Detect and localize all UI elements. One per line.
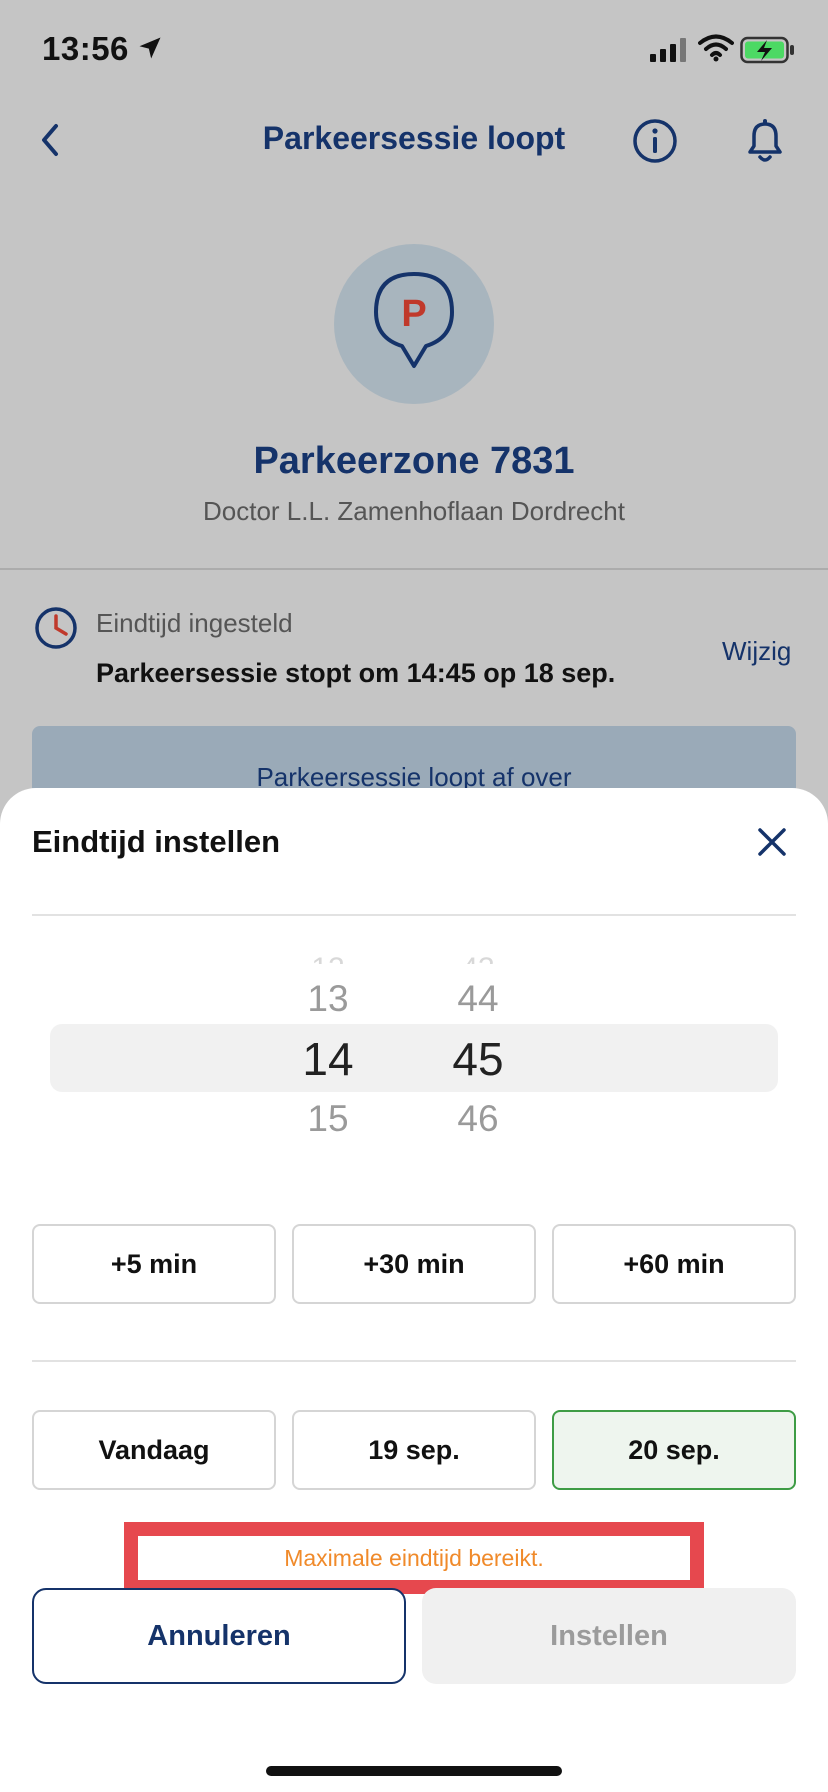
clock-icon bbox=[35, 607, 77, 649]
status-time: 13:56 bbox=[42, 30, 129, 67]
time-picker: 12 13 14 15 43 44 45 46 bbox=[0, 948, 828, 1168]
minute-option: 46 bbox=[457, 1098, 499, 1139]
sheet-title: Eindtijd instellen bbox=[32, 824, 281, 859]
end-time-sheet: Eindtijd instellen 12 13 14 15 43 44 45 … bbox=[0, 788, 828, 1792]
add-5-min-button[interactable]: +5 min bbox=[32, 1224, 276, 1304]
parking-pin-icon: P bbox=[374, 272, 454, 368]
end-time-label: Eindtijd ingesteld bbox=[96, 608, 293, 638]
warning-highlight: Maximale eindtijd bereikt. bbox=[124, 1522, 704, 1594]
page-title: Parkeersessie loopt bbox=[262, 120, 566, 156]
date-20-sep-button[interactable]: 20 sep. bbox=[552, 1410, 796, 1490]
zone-title: Parkeerzone 7831 bbox=[253, 440, 575, 482]
info-icon[interactable] bbox=[632, 118, 678, 164]
divider bbox=[32, 1360, 796, 1362]
status-bar: 13:56 bbox=[0, 0, 828, 100]
nav-bar: Parkeersessie loopt bbox=[0, 100, 828, 180]
minute-option: 43 bbox=[418, 952, 538, 964]
cellular-signal-icon bbox=[650, 38, 686, 62]
hour-wheel[interactable]: 12 13 14 15 bbox=[268, 948, 388, 1168]
hour-option: 13 bbox=[307, 978, 349, 1019]
bell-icon[interactable] bbox=[742, 116, 788, 166]
cancel-button[interactable]: Annuleren bbox=[32, 1588, 406, 1684]
set-button[interactable]: Instellen bbox=[422, 1588, 796, 1684]
date-selector-row: Vandaag 19 sep. 20 sep. bbox=[32, 1410, 796, 1490]
add-60-min-button[interactable]: +60 min bbox=[552, 1224, 796, 1304]
add-30-min-button[interactable]: +30 min bbox=[292, 1224, 536, 1304]
hour-option: 12 bbox=[268, 952, 388, 964]
max-end-time-warning: Maximale eindtijd bereikt. bbox=[284, 1544, 544, 1571]
location-arrow-icon bbox=[139, 37, 161, 59]
divider bbox=[32, 914, 796, 916]
end-time-text: Parkeersessie stopt om 14:45 op 18 sep. bbox=[96, 658, 616, 688]
close-icon[interactable] bbox=[752, 822, 792, 862]
battery-charging-icon bbox=[740, 36, 794, 64]
hour-selected: 14 bbox=[302, 1033, 354, 1085]
parking-letter: P bbox=[401, 293, 426, 335]
minute-option: 44 bbox=[457, 978, 499, 1019]
change-link[interactable]: Wijzig bbox=[722, 636, 791, 667]
date-19-sep-button[interactable]: 19 sep. bbox=[292, 1410, 536, 1490]
picker-selection-highlight bbox=[50, 1024, 778, 1092]
home-indicator bbox=[266, 1766, 562, 1776]
quick-add-row: +5 min +30 min +60 min bbox=[32, 1224, 796, 1304]
hour-option: 15 bbox=[307, 1098, 349, 1139]
minute-wheel[interactable]: 43 44 45 46 bbox=[418, 948, 538, 1168]
wifi-icon bbox=[698, 34, 734, 62]
divider bbox=[0, 568, 828, 570]
minute-selected: 45 bbox=[452, 1033, 504, 1085]
zone-address: Doctor L.L. Zamenhoflaan Dordrecht bbox=[203, 496, 625, 526]
date-today-button[interactable]: Vandaag bbox=[32, 1410, 276, 1490]
